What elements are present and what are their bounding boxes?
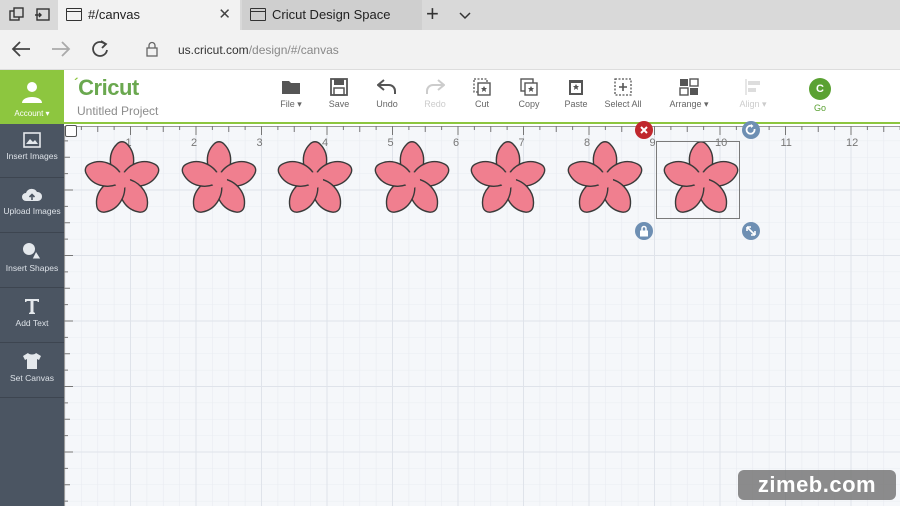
shirt-icon [23,353,41,369]
insert-shapes-button[interactable]: Insert Shapes [0,234,64,288]
tab-canvas[interactable]: #/canvas ✕ [58,0,240,30]
design-panel: Insert Images Upload Images Insert Shape… [0,124,64,506]
lock-icon [145,41,159,62]
go-badge: C [809,78,831,100]
cut-icon [473,78,491,96]
flower-shape[interactable] [368,136,456,224]
flower-center [596,172,613,188]
close-icon [640,126,648,134]
rotate-handle[interactable] [742,121,760,139]
align-icon [745,79,760,95]
resize-handle[interactable] [742,222,760,240]
ruler-label: 9 [650,137,656,149]
set-aside-tabs-icon[interactable] [34,6,52,24]
cricut-logo: ´Cricut [74,75,139,100]
tab-label: Cricut Design Space [272,7,391,22]
lock-icon [640,225,648,237]
flower-center [403,172,420,188]
new-tab-icon[interactable]: + [426,2,439,26]
page-icon [66,8,82,21]
tab-label: #/canvas [88,7,141,22]
chevron-down-icon[interactable] [458,8,472,26]
account-button[interactable]: Account ▾ [0,70,64,124]
image-icon [23,132,41,148]
save-button[interactable]: Save [314,78,364,120]
flower-shape[interactable] [78,136,166,224]
arrange-icon [679,78,699,96]
delete-handle[interactable] [635,121,653,139]
url-path: /design/#/canvas [248,43,339,57]
ruler-label: 12 [846,137,858,149]
undo-icon [377,79,396,94]
add-text-button[interactable]: Add Text [0,289,64,343]
ruler-label: 11 [781,137,792,149]
user-icon [22,82,42,103]
upload-images-button[interactable]: Upload Images [0,179,64,233]
flower-shape[interactable] [561,136,649,224]
tab-cricut-design-space[interactable]: Cricut Design Space [242,0,422,30]
select-all-icon [614,78,632,96]
text-icon [25,299,39,314]
selection-box[interactable] [656,141,740,219]
ruler-corner[interactable] [65,125,77,137]
project-title: Untitled Project [77,104,159,118]
flower-shape[interactable] [464,136,552,224]
folder-icon [282,81,300,94]
paste-icon [569,80,583,95]
forward-icon[interactable] [50,39,72,64]
select-all-button[interactable]: Select All [598,78,648,120]
page-icon [250,8,266,21]
flower-shape[interactable] [175,136,263,224]
flower-center [210,172,227,188]
shapes-icon [23,243,42,260]
url-host: us.cricut.com [178,43,249,57]
resize-icon [746,226,756,236]
copy-icon [520,78,538,96]
close-icon[interactable]: ✕ [218,5,231,23]
address-bar: us.cricut.com/design/#/canvas [0,30,900,70]
lock-proportions-handle[interactable] [635,222,653,240]
set-canvas-button[interactable]: Set Canvas [0,344,64,398]
cut-button[interactable]: Cut [457,78,507,120]
align-menu-button[interactable]: Align ▾ [728,78,778,120]
redo-icon [426,79,445,94]
go-button[interactable]: C Go [806,78,834,113]
undo-button[interactable]: Undo [362,78,412,120]
watermark: zimeb.com [738,470,896,500]
url-text[interactable]: us.cricut.com/design/#/canvas [178,43,339,57]
back-icon[interactable] [10,39,32,64]
rotate-icon [745,124,756,135]
account-label: Account [14,109,44,118]
insert-images-button[interactable]: Insert Images [0,124,64,178]
upload-cloud-icon [22,188,43,201]
app-header: Account ▾ ´Cricut Untitled Project File … [0,70,900,124]
redo-button[interactable]: Redo [410,78,460,120]
file-menu-button[interactable]: File ▾ [266,78,316,120]
arrange-menu-button[interactable]: Arrange ▾ [664,78,714,120]
go-label: Go [813,103,826,113]
paste-button[interactable]: Paste [551,78,601,120]
flower-shape[interactable] [271,136,359,224]
tab-manager-icon[interactable] [8,6,26,24]
browser-tab-strip: #/canvas ✕ Cricut Design Space + [0,0,900,30]
copy-button[interactable]: Copy [504,78,554,120]
save-icon [330,78,348,96]
flower-center [307,172,323,188]
flower-center [114,172,130,188]
refresh-icon[interactable] [90,39,110,64]
flower-center [500,172,516,188]
